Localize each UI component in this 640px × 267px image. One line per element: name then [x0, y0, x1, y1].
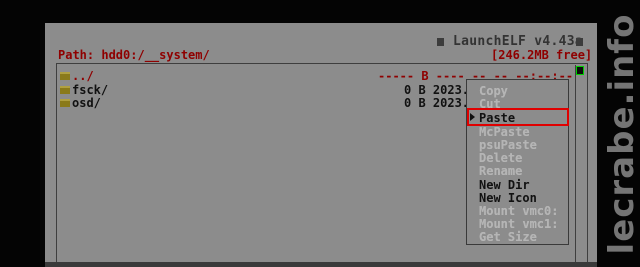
app-title: LaunchELF v4.43a	[453, 34, 584, 49]
menu-item-cut[interactable]: Cut	[479, 97, 501, 111]
menu-item-mount-vmc1[interactable]: Mount vmc1:	[479, 217, 558, 231]
watermark-text: lecrabe.info	[602, 13, 640, 254]
title-square-icon	[437, 38, 444, 46]
current-path: Path: hdd0:/__system/	[58, 48, 210, 62]
folder-icon	[60, 99, 70, 107]
folder-icon	[60, 86, 70, 94]
file-row[interactable]: fsck/ 0 B 2023.	[60, 83, 470, 97]
context-menu: Copy Cut Paste McPaste psuPaste Delete R…	[466, 79, 569, 245]
screen-bottom-edge	[45, 262, 597, 267]
file-info: 0 B 2023.	[404, 83, 470, 97]
menu-item-paste[interactable]: Paste	[479, 111, 515, 125]
menu-item-delete[interactable]: Delete	[479, 151, 522, 165]
menu-cursor-icon	[470, 113, 475, 121]
free-space: [246.2MB free]	[491, 48, 593, 62]
file-name: osd/	[72, 96, 101, 110]
menu-item-new-icon[interactable]: New Icon	[479, 191, 537, 205]
folder-icon	[60, 72, 70, 80]
menu-item-get-size[interactable]: Get Size	[479, 230, 537, 244]
menu-item-mount-vmc0[interactable]: Mount vmc0:	[479, 204, 558, 218]
file-name: fsck/	[72, 83, 109, 97]
menu-item-psupaste[interactable]: psuPaste	[479, 138, 537, 152]
file-info: 0 B 2023.	[404, 96, 470, 110]
file-row-parent[interactable]: ../ ----- B ---- -- -- --:--:--	[60, 69, 573, 83]
scrollbar-thumb[interactable]	[576, 66, 584, 75]
title-square-icon	[576, 38, 583, 46]
menu-item-rename[interactable]: Rename	[479, 164, 522, 178]
menu-item-mcpaste[interactable]: McPaste	[479, 125, 530, 139]
file-name: ../	[72, 69, 94, 83]
file-row[interactable]: osd/ 0 B 2023.	[60, 96, 470, 110]
watermark: lecrabe.info	[602, 0, 640, 267]
scrollbar-track[interactable]	[575, 65, 586, 265]
menu-item-new-dir[interactable]: New Dir	[479, 178, 530, 192]
menu-item-copy[interactable]: Copy	[479, 84, 508, 98]
